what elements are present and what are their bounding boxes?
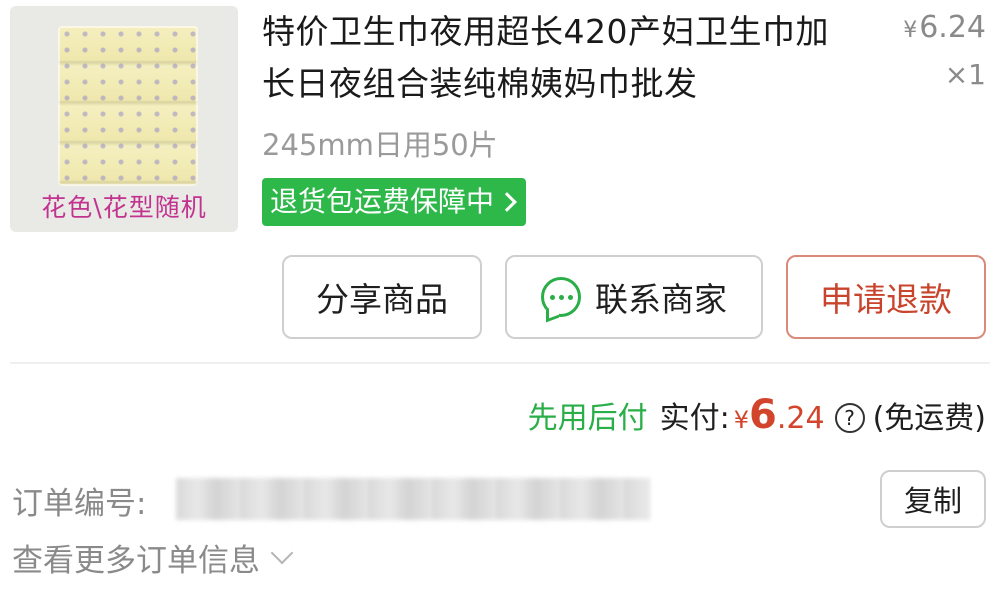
apply-refund-button[interactable]: 申请退款: [786, 255, 986, 339]
chat-bubble-icon: [541, 277, 581, 317]
share-product-button[interactable]: 分享商品: [282, 255, 482, 339]
copy-label: 复制: [903, 484, 962, 518]
order-item-page: 花色\花型随机 特价卫生巾夜用超长420产妇卫生巾加长日夜组合装纯棉姨妈巾批发 …: [0, 0, 1000, 598]
paid-currency: ¥: [733, 406, 750, 434]
payment-summary: 先用后付 实付: ¥6.24 ? (免运费): [528, 392, 986, 444]
order-number-redacted: [176, 478, 650, 520]
unit-price: ¥6.24: [903, 10, 986, 45]
chevron-right-icon: [497, 192, 517, 212]
shipping-note: (免运费): [872, 401, 986, 436]
contact-merchant-button[interactable]: 联系商家: [505, 255, 763, 339]
share-product-label: 分享商品: [316, 280, 448, 319]
paid-amount-dec: .24: [776, 401, 825, 436]
paid-amount: ¥6.24: [734, 392, 825, 438]
guarantee-badge-label: 退货包运费保障中: [270, 185, 495, 218]
chevron-down-icon: [270, 541, 294, 564]
pay-later-label: 先用后付: [527, 401, 648, 436]
divider: [10, 362, 990, 364]
apply-refund-label: 申请退款: [820, 280, 952, 319]
more-order-info-label: 查看更多订单信息: [12, 543, 260, 579]
paid-label: 实付:: [659, 401, 730, 436]
product-spec: 245mm日用50片: [262, 128, 498, 162]
guarantee-badge[interactable]: 退货包运费保障中: [262, 178, 527, 226]
contact-merchant-label: 联系商家: [595, 280, 727, 319]
quantity: ×1: [944, 58, 986, 91]
price-value: 6.24: [919, 10, 986, 45]
copy-order-number-button[interactable]: 复制: [880, 470, 986, 528]
product-thumbnail[interactable]: 花色\花型随机: [10, 6, 238, 232]
order-number-label: 订单编号:: [12, 486, 147, 522]
product-image-pack: [58, 26, 198, 186]
paid-amount-int: 6: [749, 392, 777, 438]
more-order-info-toggle[interactable]: 查看更多订单信息: [12, 535, 294, 580]
price-currency: ¥: [903, 18, 918, 43]
product-title[interactable]: 特价卫生巾夜用超长420产妇卫生巾加长日夜组合装纯棉姨妈巾批发: [262, 6, 852, 110]
thumbnail-caption: 花色\花型随机: [41, 193, 207, 222]
question-circle-icon[interactable]: ?: [834, 403, 865, 433]
